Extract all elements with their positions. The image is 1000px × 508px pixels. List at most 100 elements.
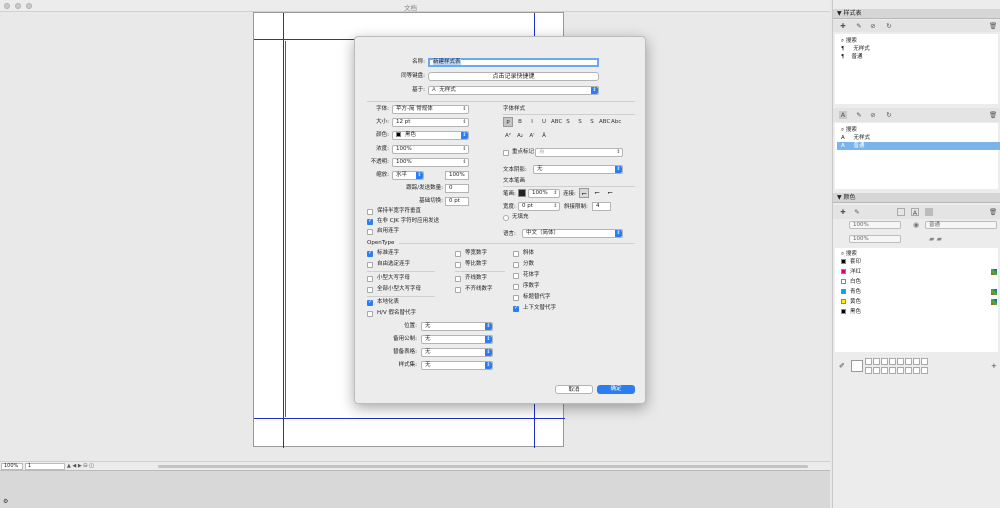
edit-char-style-icon[interactable]: ✎ [855, 111, 863, 119]
ordinals-checkbox[interactable] [513, 284, 519, 290]
type-style-button[interactable]: I [527, 117, 537, 127]
ok-button[interactable]: 确定 [597, 385, 635, 394]
type-style-button[interactable]: A² [503, 131, 513, 141]
proportional-figures-checkbox[interactable] [455, 262, 461, 268]
page-field[interactable]: 1 [25, 463, 65, 470]
page-nav-icon[interactable]: ▲ ◀ ▶ ⊟ ◫ [67, 463, 94, 469]
delete-style-icon[interactable]: 🗑 [989, 22, 997, 30]
para-style-item[interactable]: ¶ 普通 [837, 53, 1000, 61]
type-style-button[interactable]: A₂ [515, 131, 525, 141]
standard-ligatures-checkbox[interactable] [367, 250, 373, 257]
stylistic-set-popup[interactable]: 无 ⇕ [421, 361, 493, 370]
new-color-icon[interactable]: ✚ [839, 208, 847, 216]
oldstyle-figures-checkbox[interactable] [455, 287, 461, 293]
recent-color-cell[interactable] [905, 358, 912, 365]
emphasis-mark-checkbox[interactable] [503, 150, 509, 156]
color-shade-field[interactable]: 100% [849, 221, 901, 229]
recent-color-cell[interactable] [905, 366, 912, 374]
round-join-icon[interactable]: ⌐ [592, 188, 602, 198]
cjk-tracking-checkbox[interactable] [367, 218, 373, 225]
edit-style-icon[interactable]: ✎ [855, 22, 863, 30]
bevel-join-icon[interactable]: ⌐ [605, 188, 615, 198]
text-color-icon[interactable]: A [911, 208, 919, 217]
recent-color-cell[interactable] [921, 358, 928, 365]
background-color-icon[interactable] [925, 208, 933, 216]
add-recent-color-icon[interactable]: + [991, 362, 997, 370]
delete-char-style-icon[interactable]: 🗑 [989, 111, 997, 119]
language-popup[interactable]: 中文（简体） ⇕ [522, 229, 623, 238]
type-style-button[interactable]: B [515, 117, 525, 127]
current-color-swatch[interactable] [851, 360, 863, 372]
settings-icon[interactable]: ⚙ [3, 498, 8, 505]
recent-color-cell[interactable] [897, 366, 904, 374]
color-list-item[interactable]: 套印 [837, 258, 1000, 266]
styles-search[interactable]: ⌕ 搜索 [837, 37, 1000, 45]
record-shortcut-button[interactable]: 点击记录快捷键 [428, 72, 599, 81]
type-style-button[interactable]: ABC [599, 117, 610, 127]
minimize-window-button[interactable] [15, 3, 21, 9]
duplicate-style-icon[interactable]: ⊘ [869, 22, 877, 30]
color-list-item[interactable]: 黄色 [837, 298, 1000, 306]
recent-color-cell[interactable] [881, 366, 888, 374]
eyedropper-icon[interactable]: ✐ [839, 362, 845, 370]
color-list-item[interactable]: 洋红 [837, 268, 1000, 276]
recent-color-cell[interactable] [889, 366, 896, 374]
zoom-field[interactable]: 100% [1, 463, 23, 470]
visibility-icon[interactable]: ◉ [913, 221, 919, 229]
duplicate-char-style-icon[interactable]: ⊘ [869, 111, 877, 119]
color-popup[interactable]: 黑色 ⇕ [392, 131, 469, 140]
recent-color-cell[interactable] [865, 366, 872, 374]
recent-color-cell[interactable] [897, 358, 904, 365]
alt-metrics-popup[interactable]: 无 ⇕ [421, 335, 493, 344]
type-style-button[interactable]: S [563, 117, 573, 127]
lining-figures-checkbox[interactable] [455, 276, 461, 282]
para-style-item[interactable]: ¶ 无样式 [837, 45, 1000, 53]
colors-panel-header[interactable]: ▼ 颜色 [833, 193, 1000, 203]
type-style-button[interactable]: U [539, 117, 549, 127]
localized-forms-checkbox[interactable] [367, 299, 373, 306]
refresh-style-icon[interactable]: ↻ [885, 22, 893, 30]
recent-color-cell[interactable] [913, 358, 920, 365]
type-style-button[interactable]: Abc [611, 117, 621, 127]
color-opacity-field[interactable]: 100% [849, 235, 901, 243]
edit-color-icon[interactable]: ✎ [853, 208, 861, 216]
contextual-alternates-checkbox[interactable] [513, 305, 519, 312]
scale-direction-popup[interactable]: 水平 ⇕ [392, 171, 424, 180]
no-fill-radio[interactable] [503, 215, 509, 221]
colors-search[interactable]: ⌕ 搜索 [837, 250, 1000, 258]
italic-checkbox[interactable] [513, 251, 519, 257]
baseline-field[interactable]: 0 pt [445, 197, 469, 206]
char-style-item-selected[interactable]: A 普通 [837, 142, 1000, 150]
type-style-button[interactable]: P [503, 117, 513, 127]
cancel-button[interactable]: 取消 [555, 385, 593, 394]
color-swap-icons[interactable]: ▰ ▰ [929, 235, 942, 243]
styles-panel-header[interactable]: ▼ 样式表 [833, 9, 1000, 19]
close-window-button[interactable] [4, 3, 10, 9]
titling-checkbox[interactable] [513, 295, 519, 301]
char-style-mode-icon[interactable]: A [839, 111, 847, 119]
stroke-width-field[interactable]: 0 pt ⇕ [518, 202, 560, 211]
discretionary-ligatures-checkbox[interactable] [367, 262, 373, 268]
char-styles-search[interactable]: ⌕ 搜索 [837, 126, 1000, 134]
scale-field[interactable]: 100% [445, 171, 469, 180]
type-style-button[interactable]: Ǎ [539, 131, 549, 141]
recent-color-cell[interactable] [921, 366, 928, 374]
recent-color-cell[interactable] [881, 358, 888, 365]
new-style-icon[interactable]: ✚ [839, 22, 847, 30]
shade-field[interactable]: 100% ⇕ [392, 145, 469, 154]
recent-color-cell[interactable] [889, 358, 896, 365]
alt-tables-popup[interactable]: 无 ⇕ [421, 348, 493, 357]
type-style-button[interactable]: A' [527, 131, 537, 141]
fractions-checkbox[interactable] [513, 262, 519, 268]
miter-join-icon[interactable]: ⌐ [579, 188, 589, 198]
recent-color-cell[interactable] [865, 358, 872, 365]
stroke-shade-field[interactable]: 100% ⇕ [528, 189, 560, 198]
recent-color-cell[interactable] [873, 358, 880, 365]
recent-color-cell[interactable] [913, 366, 920, 374]
type-style-button[interactable]: S [575, 117, 585, 127]
based-on-popup[interactable]: A 无样式 ⇕ [428, 86, 599, 95]
tracking-field[interactable]: 0 [445, 184, 469, 193]
color-list-item[interactable]: 黑色 [837, 308, 1000, 316]
hv-kana-checkbox[interactable] [367, 311, 373, 317]
miter-limit-field[interactable]: 4 [592, 202, 611, 211]
